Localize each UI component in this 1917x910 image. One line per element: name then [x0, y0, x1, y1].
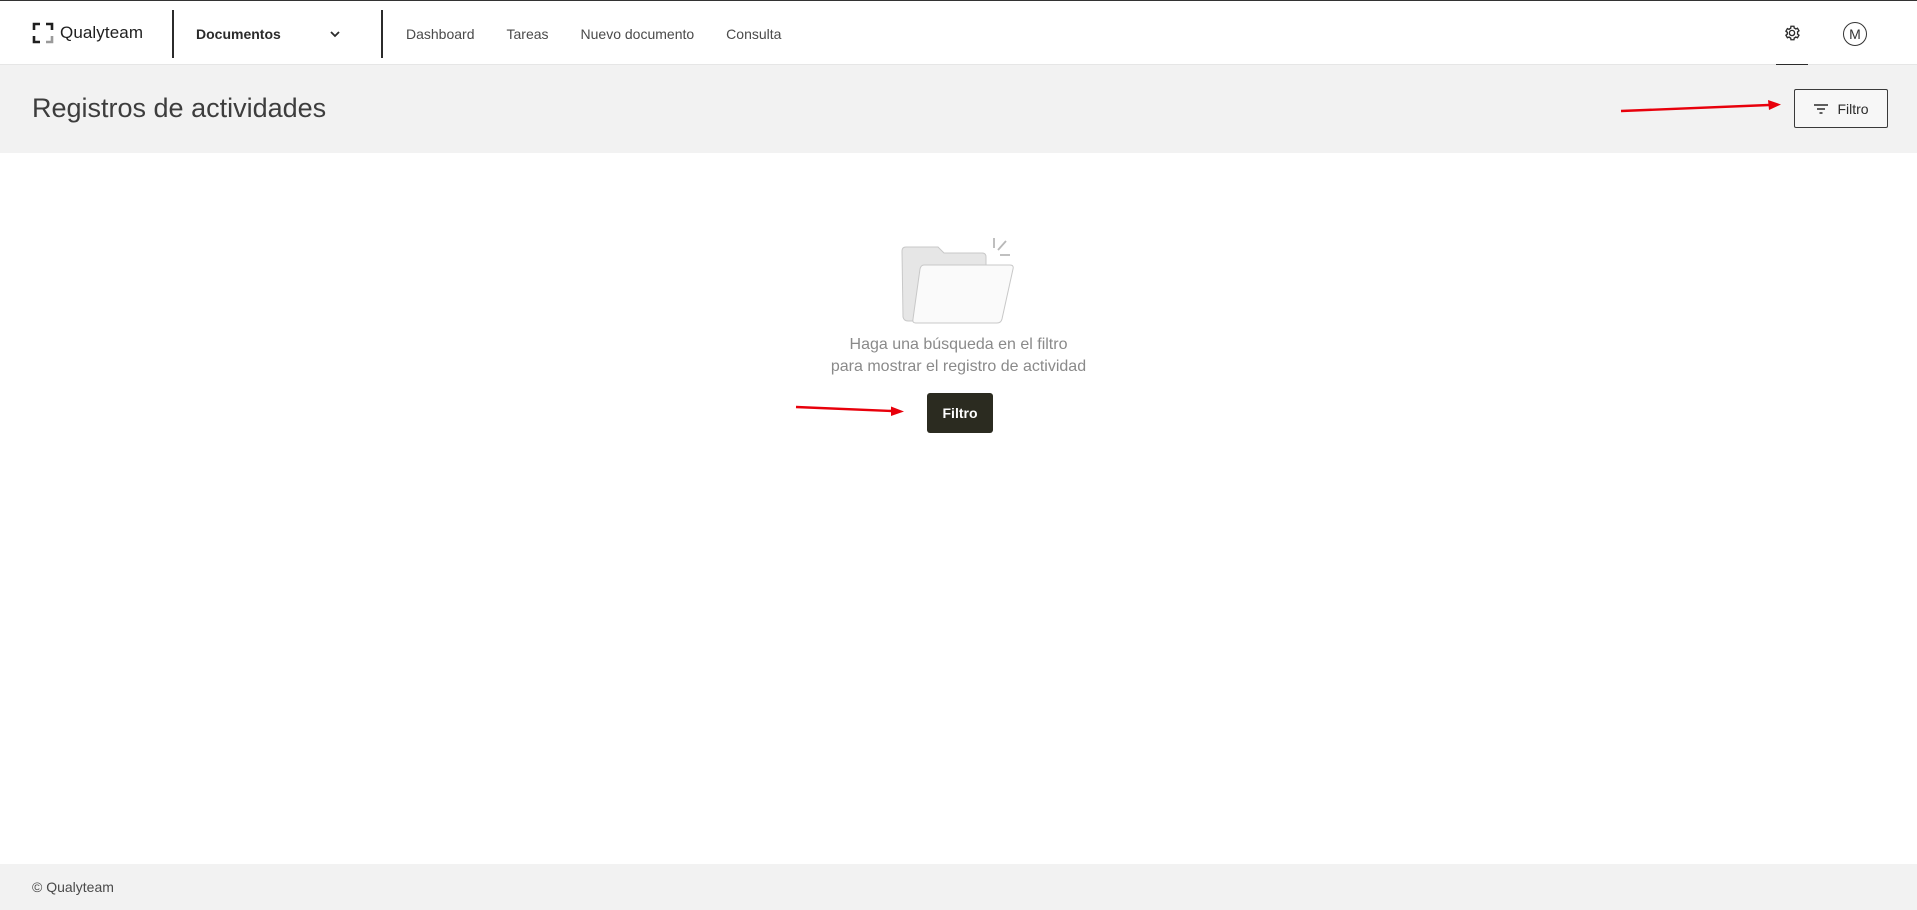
- footer: © Qualyteam: [0, 864, 1917, 910]
- empty-state-line-2: para mostrar el registro de actividad: [830, 358, 1087, 375]
- filter-lines-icon: [1814, 103, 1829, 114]
- empty-state-line-1: Haga una búsqueda en el filtro: [849, 336, 1068, 353]
- red-arrow-icon: [795, 405, 904, 416]
- user-avatar[interactable]: M: [1843, 22, 1867, 46]
- page-title: Registros de actividades: [32, 93, 327, 123]
- empty-state-message: Haga una búsqueda en el filtro para most…: [0, 334, 1917, 378]
- nav-link-nuevo-documento[interactable]: Nuevo documento: [581, 26, 695, 42]
- nav-link-dashboard[interactable]: Dashboard: [406, 26, 475, 42]
- nav-link-tareas[interactable]: Tareas: [507, 26, 549, 42]
- nav-divider: [381, 10, 383, 58]
- module-selector-label: Documentos: [196, 26, 281, 42]
- qualyteam-logo-icon: [32, 22, 54, 44]
- brand-name: Qualyteam: [60, 23, 144, 42]
- empty-state-filter-button[interactable]: Filtro: [927, 393, 993, 433]
- gear-icon: [1785, 25, 1800, 40]
- filter-button[interactable]: Filtro: [1794, 89, 1888, 128]
- chevron-down-icon: [330, 31, 340, 38]
- settings-button[interactable]: [1776, 1, 1808, 66]
- red-arrow-icon: [1620, 100, 1781, 113]
- footer-copyright: © Qualyteam: [32, 879, 114, 895]
- main-nav: Dashboard Tareas Nuevo documento Consult…: [406, 1, 781, 66]
- empty-folder-icon: [901, 238, 1014, 324]
- filter-button-label: Filtro: [1837, 100, 1869, 117]
- brand-logo[interactable]: Qualyteam: [32, 21, 143, 45]
- top-navbar: Qualyteam Documentos Dashboard Tareas Nu…: [0, 0, 1917, 66]
- nav-link-consulta[interactable]: Consulta: [726, 26, 781, 42]
- module-selector[interactable]: Documentos: [174, 11, 364, 57]
- empty-state: Haga una búsqueda en el filtro para most…: [0, 153, 1917, 863]
